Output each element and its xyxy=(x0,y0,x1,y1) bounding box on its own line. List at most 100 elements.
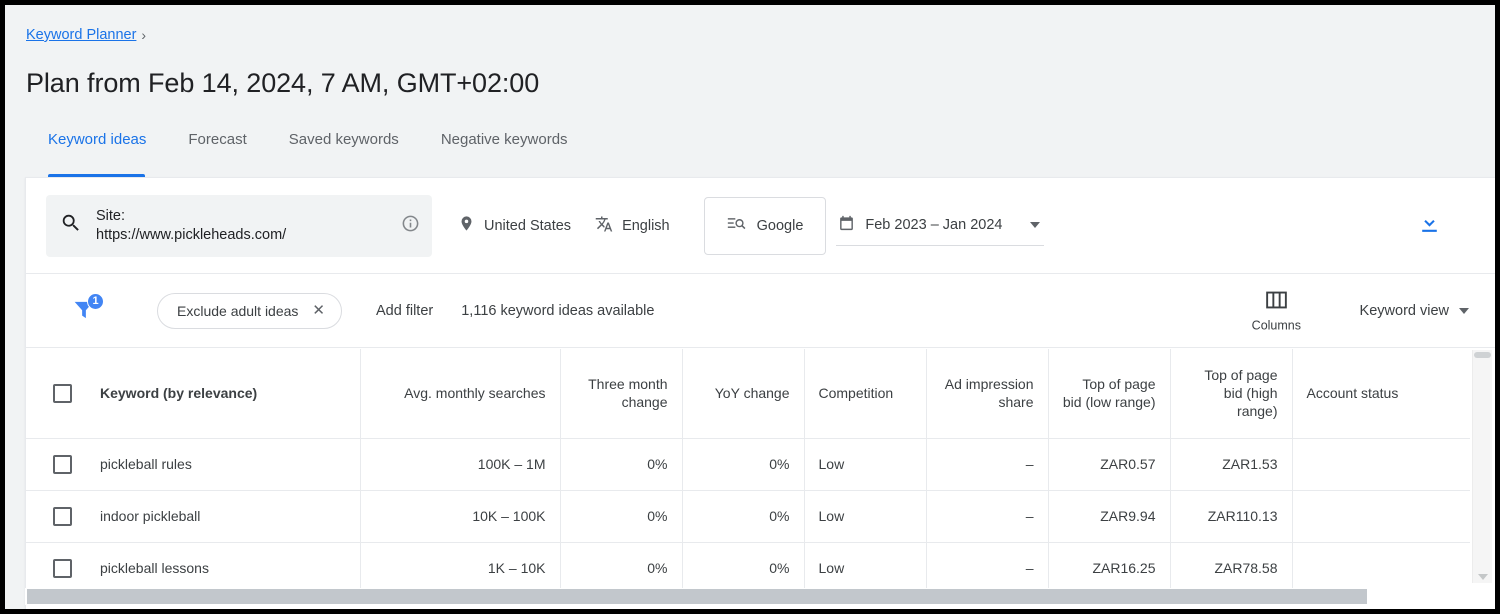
table-row[interactable]: indoor pickleball 10K – 100K 0% 0% Low –… xyxy=(26,490,1470,542)
filter-chip-exclude-adult-ideas[interactable]: Exclude adult ideas ✕ xyxy=(157,293,342,329)
columns-button[interactable]: Columns xyxy=(1252,289,1301,332)
filter-chip-label: Exclude adult ideas xyxy=(177,303,298,319)
breadcrumb: Keyword Planner › xyxy=(26,27,146,43)
col-header-top-of-page-bid-low[interactable]: Top of page bid (low range) xyxy=(1048,349,1170,438)
cell-three-month-change: 0% xyxy=(560,438,682,490)
location-pin-icon xyxy=(458,215,475,236)
col-header-keyword[interactable]: Keyword (by relevance) xyxy=(100,349,360,438)
calendar-icon xyxy=(838,214,855,237)
breadcrumb-link-keyword-planner[interactable]: Keyword Planner xyxy=(26,27,136,43)
chevron-down-icon xyxy=(1030,222,1040,228)
search-toolbar: Site: https://www.pickleheads.com/ Unite… xyxy=(26,178,1495,274)
filter-button[interactable]: 1 xyxy=(70,296,100,326)
cell-three-month-change: 0% xyxy=(560,490,682,542)
language-label: English xyxy=(622,218,670,234)
cell-yoy-change: 0% xyxy=(682,542,804,594)
screenshot-frame: Keyword Planner › Plan from Feb 14, 2024… xyxy=(0,0,1500,614)
row-checkbox[interactable] xyxy=(53,507,72,526)
date-range-selector[interactable]: Feb 2023 – Jan 2024 xyxy=(836,206,1044,246)
cell-keyword[interactable]: pickleball lessons xyxy=(100,542,360,594)
tab-negative-keywords[interactable]: Negative keywords xyxy=(420,131,589,177)
ideas-available-count: 1,116 keyword ideas available xyxy=(461,303,654,319)
keyword-table: Keyword (by relevance) Avg. monthly sear… xyxy=(26,349,1470,595)
keyword-view-label: Keyword view xyxy=(1360,303,1449,319)
cell-avg-monthly-searches: 1K – 10K xyxy=(360,542,560,594)
cell-three-month-change: 0% xyxy=(560,542,682,594)
col-header-avg-monthly-searches[interactable]: Avg. monthly searches xyxy=(360,349,560,438)
tab-saved-keywords[interactable]: Saved keywords xyxy=(268,131,420,177)
row-select-cell xyxy=(26,542,100,594)
tab-label: Saved keywords xyxy=(289,131,399,148)
location-label: United States xyxy=(484,218,571,234)
language-selector[interactable]: English xyxy=(583,206,682,246)
filter-funnel-icon xyxy=(70,311,98,328)
cell-yoy-change: 0% xyxy=(682,438,804,490)
location-selector[interactable]: United States xyxy=(446,206,583,246)
date-range-label: Feb 2023 – Jan 2024 xyxy=(865,217,1010,233)
col-header-ad-impression-share[interactable]: Ad impression share xyxy=(926,349,1048,438)
tab-bar: Keyword ideas Forecast Saved keywords Ne… xyxy=(26,131,589,177)
search-network-icon xyxy=(727,214,747,238)
cell-account-status xyxy=(1292,490,1470,542)
close-icon[interactable]: ✕ xyxy=(312,303,325,318)
search-input[interactable]: Site: https://www.pickleheads.com/ xyxy=(46,195,432,257)
network-selector[interactable]: Google xyxy=(704,197,827,255)
page-title: Plan from Feb 14, 2024, 7 AM, GMT+02:00 xyxy=(26,68,539,99)
select-all-cell xyxy=(26,349,100,438)
table-row[interactable]: pickleball lessons 1K – 10K 0% 0% Low – … xyxy=(26,542,1470,594)
search-input-value: Site: https://www.pickleheads.com/ xyxy=(96,207,393,245)
keyword-view-selector[interactable]: Keyword view xyxy=(1360,303,1469,319)
cell-ad-impression-share: – xyxy=(926,438,1048,490)
col-header-competition[interactable]: Competition xyxy=(804,349,926,438)
cell-avg-monthly-searches: 10K – 100K xyxy=(360,490,560,542)
table-row[interactable]: pickleball rules 100K – 1M 0% 0% Low – Z… xyxy=(26,438,1470,490)
tab-forecast[interactable]: Forecast xyxy=(167,131,267,177)
table-body: pickleball rules 100K – 1M 0% 0% Low – Z… xyxy=(26,438,1470,594)
cell-bid-high: ZAR78.58 xyxy=(1170,542,1292,594)
filter-count-badge: 1 xyxy=(87,293,104,310)
col-header-top-of-page-bid-high[interactable]: Top of page bid (high range) xyxy=(1170,349,1292,438)
columns-icon xyxy=(1265,289,1288,315)
tab-label: Forecast xyxy=(188,131,246,148)
cell-bid-high: ZAR110.13 xyxy=(1170,490,1292,542)
add-filter-button[interactable]: Add filter xyxy=(376,303,433,319)
info-icon[interactable] xyxy=(401,214,420,238)
cell-account-status xyxy=(1292,542,1470,594)
chevron-down-icon[interactable] xyxy=(1478,574,1488,580)
keyword-table-container: Keyword (by relevance) Avg. monthly sear… xyxy=(26,349,1470,609)
cell-avg-monthly-searches: 100K – 1M xyxy=(360,438,560,490)
download-icon xyxy=(1417,211,1442,241)
search-icon xyxy=(60,212,82,239)
col-header-three-month-change[interactable]: Three month change xyxy=(560,349,682,438)
table-header-row: Keyword (by relevance) Avg. monthly sear… xyxy=(26,349,1470,438)
filter-toolbar: 1 Exclude adult ideas ✕ Add filter 1,116… xyxy=(26,274,1495,348)
tab-label: Negative keywords xyxy=(441,131,568,148)
translate-icon xyxy=(595,215,613,237)
network-label: Google xyxy=(757,218,804,234)
cell-keyword[interactable]: pickleball rules xyxy=(100,438,360,490)
cell-bid-low: ZAR0.57 xyxy=(1048,438,1170,490)
vertical-scrollbar[interactable] xyxy=(1472,350,1492,583)
cell-account-status xyxy=(1292,438,1470,490)
chevron-right-icon: › xyxy=(141,28,146,42)
chevron-down-icon xyxy=(1459,308,1469,314)
tab-label: Keyword ideas xyxy=(48,131,146,148)
col-header-account-status[interactable]: Account status xyxy=(1292,349,1470,438)
app-root: Keyword Planner › Plan from Feb 14, 2024… xyxy=(5,5,1495,609)
horizontal-scrollbar[interactable] xyxy=(25,588,1470,605)
cell-competition: Low xyxy=(804,490,926,542)
content-card: Site: https://www.pickleheads.com/ Unite… xyxy=(25,177,1495,609)
download-button[interactable] xyxy=(1413,210,1445,242)
row-checkbox[interactable] xyxy=(53,455,72,474)
col-header-yoy-change[interactable]: YoY change xyxy=(682,349,804,438)
cell-keyword[interactable]: indoor pickleball xyxy=(100,490,360,542)
cell-bid-high: ZAR1.53 xyxy=(1170,438,1292,490)
row-select-cell xyxy=(26,490,100,542)
horizontal-scrollbar-thumb[interactable] xyxy=(27,589,1367,604)
select-all-checkbox[interactable] xyxy=(53,384,72,403)
cell-ad-impression-share: – xyxy=(926,542,1048,594)
vertical-scrollbar-thumb[interactable] xyxy=(1474,352,1491,358)
cell-competition: Low xyxy=(804,542,926,594)
tab-keyword-ideas[interactable]: Keyword ideas xyxy=(26,131,167,177)
row-checkbox[interactable] xyxy=(53,559,72,578)
